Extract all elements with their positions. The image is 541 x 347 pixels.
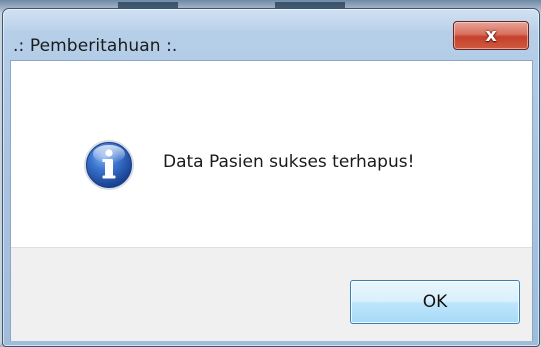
title-bar[interactable]: .: Pemberitahuan :. x	[3, 9, 539, 60]
dialog-body: Data Pasien sukses terhapus! OK	[10, 60, 533, 341]
information-icon	[84, 140, 134, 190]
dialog-title: .: Pemberitahuan :.	[13, 36, 178, 56]
close-button[interactable]: x	[453, 21, 529, 50]
message-area: Data Pasien sukses terhapus!	[11, 61, 532, 247]
message-dialog: .: Pemberitahuan :. x Data Pasien sukses…	[2, 8, 540, 347]
message-text: Data Pasien sukses terhapus!	[163, 152, 415, 172]
close-icon: x	[485, 24, 497, 46]
ok-button[interactable]: OK	[350, 280, 520, 324]
button-area: OK	[11, 247, 532, 341]
